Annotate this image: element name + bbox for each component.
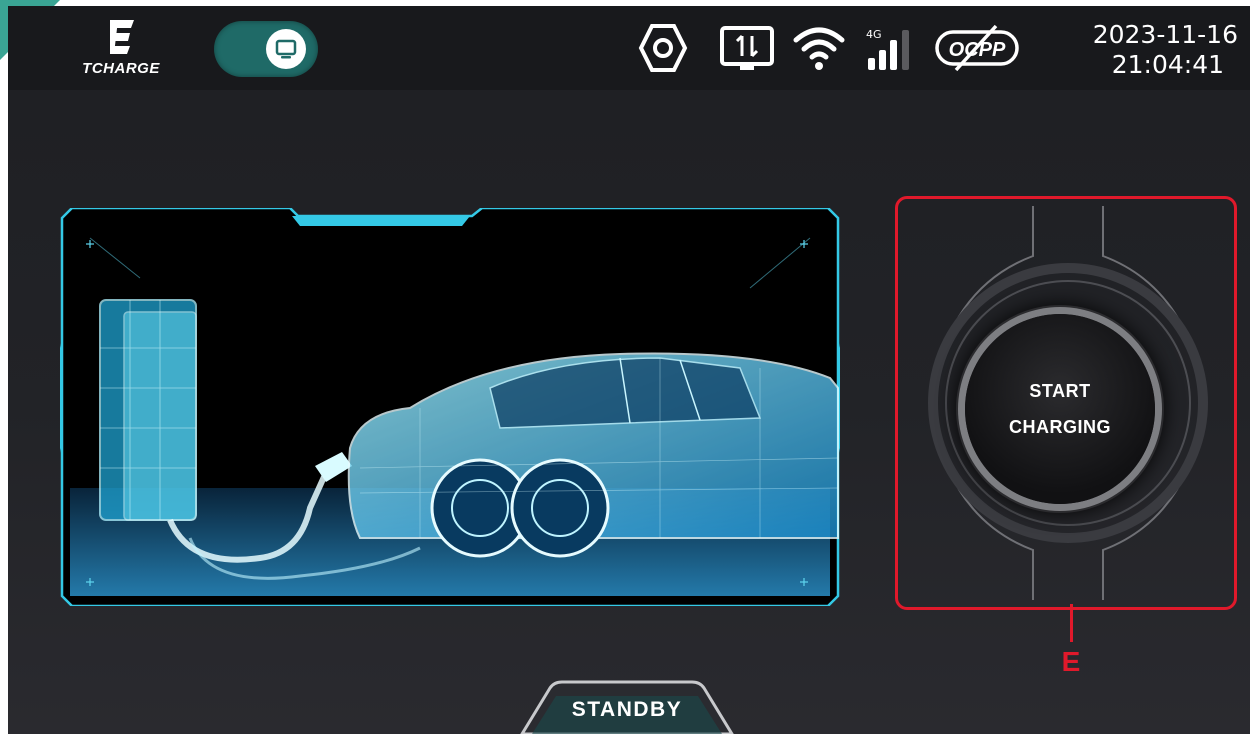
brand-name: TCHARGE — [82, 60, 160, 77]
logo-mark-icon — [110, 20, 134, 54]
wifi-icon — [793, 27, 845, 70]
brand-logo: TCHARGE — [66, 20, 176, 80]
svg-text:4G: 4G — [866, 28, 882, 41]
data-transfer-icon — [720, 26, 774, 70]
callout-label: E — [1061, 646, 1081, 677]
start-label-line1: START — [1029, 381, 1091, 401]
charger-screen: TCHARGE 4G OCPP 2023-11-16 21:04:41 STAR… — [8, 6, 1250, 734]
start-label-line2: CHARGING — [1009, 417, 1111, 437]
start-charging-button[interactable]: START CHARGING — [965, 314, 1155, 504]
status-tab: STANDBY — [520, 680, 734, 734]
4g-signal-icon: 4G — [866, 28, 909, 70]
callout-line — [1070, 604, 1073, 642]
wallbox-charger — [99, 299, 197, 521]
date-time: 2023-11-16 21:04:41 — [1038, 20, 1238, 80]
display-mode-toggle[interactable] — [214, 21, 318, 77]
top-bar: TCHARGE 4G OCPP 2023-11-16 21:04:41 — [8, 6, 1250, 90]
settings-hex-icon[interactable] — [638, 22, 688, 74]
status-text: STANDBY — [571, 698, 683, 721]
screen-icon — [266, 29, 306, 69]
charging-illustration — [60, 208, 840, 606]
current-date: 2023-11-16 — [1092, 20, 1238, 49]
current-time: 21:04:41 — [1111, 50, 1224, 79]
ocpp-disabled-icon: OCPP — [935, 24, 1019, 72]
svg-text:OCPP: OCPP — [949, 39, 1006, 61]
